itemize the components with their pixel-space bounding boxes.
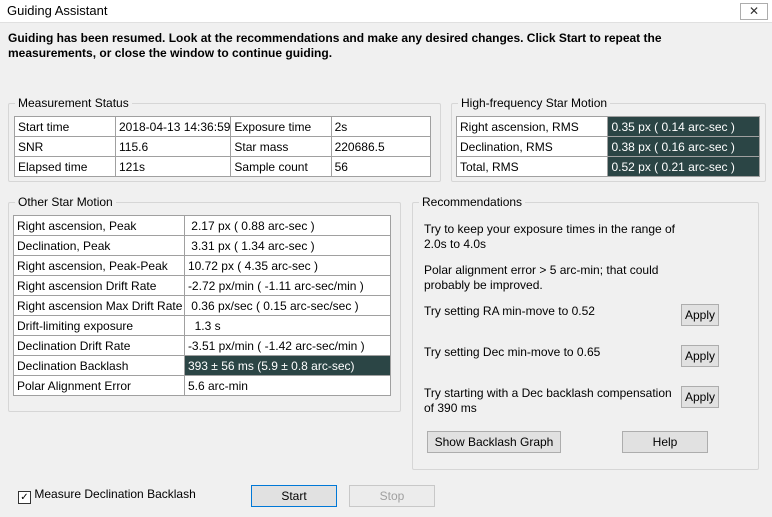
table-row: SNR 115.6 Star mass 220686.5 bbox=[14, 136, 432, 157]
title-bar: Guiding Assistant ✕ bbox=[0, 0, 772, 23]
checkbox-check-icon: ✓ bbox=[18, 491, 31, 504]
cell: Right ascension Drift Rate bbox=[13, 275, 185, 296]
cell: 3.31 px ( 1.34 arc-sec ) bbox=[183, 235, 392, 256]
ra-minmove-recommendation: Try setting RA min-move to 0.52 bbox=[424, 304, 595, 318]
cell: 0.36 px/sec ( 0.15 arc-sec/sec ) bbox=[183, 295, 392, 316]
measurement-status-table: Start time 2018-04-13 14:36:59 Exposure … bbox=[14, 116, 432, 177]
cell: Declination Backlash bbox=[13, 355, 185, 376]
show-backlash-graph-button[interactable]: Show Backlash Graph bbox=[427, 431, 561, 453]
cell: 2s bbox=[330, 116, 432, 137]
other-star-motion-title: Other Star Motion bbox=[15, 195, 116, 209]
stop-button[interactable]: Stop bbox=[349, 485, 435, 507]
cell: 10.72 px ( 4.35 arc-sec ) bbox=[183, 255, 392, 276]
table-row: Elapsed time 121s Sample count 56 bbox=[14, 156, 432, 177]
cell: 393 ± 56 ms (5.9 ± 0.8 arc-sec) bbox=[183, 355, 392, 376]
other-star-motion-group: Other Star Motion Right ascension, Peak … bbox=[8, 195, 401, 412]
table-row: Right ascension Drift Rate -2.72 px/min … bbox=[13, 275, 392, 296]
cell: 220686.5 bbox=[330, 136, 432, 157]
table-row: Right ascension, Peak 2.17 px ( 0.88 arc… bbox=[13, 215, 392, 236]
cell: 1.3 s bbox=[183, 315, 392, 336]
cell: 2018-04-13 14:36:59 bbox=[114, 116, 232, 137]
high-frequency-motion-table: Right ascension, RMS 0.35 px ( 0.14 arc-… bbox=[455, 116, 760, 177]
cell: 2.17 px ( 0.88 arc-sec ) bbox=[183, 215, 392, 236]
cell: Right ascension Max Drift Rate bbox=[13, 295, 185, 316]
help-button[interactable]: Help bbox=[622, 431, 708, 453]
cell: Start time bbox=[14, 116, 116, 137]
measure-backlash-label: Measure Declination Backlash bbox=[34, 487, 196, 501]
measure-backlash-checkbox[interactable]: ✓ Measure Declination Backlash bbox=[18, 487, 196, 504]
cell: Declination, RMS bbox=[455, 136, 609, 157]
cell: 121s bbox=[114, 156, 232, 177]
table-row: Start time 2018-04-13 14:36:59 Exposure … bbox=[14, 116, 432, 137]
table-row: Declination Drift Rate -3.51 px/min ( -1… bbox=[13, 335, 392, 356]
cell: Total, RMS bbox=[455, 156, 609, 177]
table-row: Declination, RMS 0.38 px ( 0.16 arc-sec … bbox=[455, 136, 760, 157]
cell: Right ascension, RMS bbox=[455, 116, 609, 137]
cell: 0.52 px ( 0.21 arc-sec ) bbox=[607, 156, 760, 177]
start-button[interactable]: Start bbox=[251, 485, 337, 507]
exposure-recommendation: Try to keep your exposure times in the r… bbox=[424, 222, 676, 251]
close-icon: ✕ bbox=[748, 4, 760, 18]
table-row: Declination, Peak 3.31 px ( 1.34 arc-sec… bbox=[13, 235, 392, 256]
cell: 0.35 px ( 0.14 arc-sec ) bbox=[607, 116, 760, 137]
instructions-text: Guiding has been resumed. Look at the re… bbox=[8, 31, 662, 60]
backlash-recommendation: Try starting with a Dec backlash compens… bbox=[424, 386, 672, 415]
cell: Sample count bbox=[230, 156, 332, 177]
measurement-status-title: Measurement Status bbox=[15, 96, 132, 110]
close-button[interactable]: ✕ bbox=[740, 3, 768, 20]
polar-alignment-recommendation: Polar alignment error > 5 arc-min; that … bbox=[424, 263, 659, 292]
cell: SNR bbox=[14, 136, 116, 157]
table-row: Drift-limiting exposure 1.3 s bbox=[13, 315, 392, 336]
cell: Right ascension, Peak bbox=[13, 215, 185, 236]
other-star-motion-table: Right ascension, Peak 2.17 px ( 0.88 arc… bbox=[13, 215, 392, 396]
cell: 0.38 px ( 0.16 arc-sec ) bbox=[607, 136, 760, 157]
measurement-status-group: Measurement Status Start time 2018-04-13… bbox=[8, 96, 441, 182]
dec-minmove-recommendation: Try setting Dec min-move to 0.65 bbox=[424, 345, 601, 359]
cell: Drift-limiting exposure bbox=[13, 315, 185, 336]
window-title: Guiding Assistant bbox=[7, 3, 108, 18]
table-row: Total, RMS 0.52 px ( 0.21 arc-sec ) bbox=[455, 156, 760, 177]
table-row: Declination Backlash 393 ± 56 ms (5.9 ± … bbox=[13, 355, 392, 376]
cell: Declination, Peak bbox=[13, 235, 185, 256]
table-row: Polar Alignment Error 5.6 arc-min bbox=[13, 375, 392, 396]
recommendations-group: Recommendations Try to keep your exposur… bbox=[412, 195, 759, 470]
cell: -3.51 px/min ( -1.42 arc-sec/min ) bbox=[183, 335, 392, 356]
cell: Exposure time bbox=[230, 116, 332, 137]
cell: Star mass bbox=[230, 136, 332, 157]
high-frequency-motion-group: High-frequency Star Motion Right ascensi… bbox=[451, 96, 766, 182]
cell: Right ascension, Peak-Peak bbox=[13, 255, 185, 276]
cell: Polar Alignment Error bbox=[13, 375, 185, 396]
table-row: Right ascension, RMS 0.35 px ( 0.14 arc-… bbox=[455, 116, 760, 137]
cell: -2.72 px/min ( -1.11 arc-sec/min ) bbox=[183, 275, 392, 296]
cell: 5.6 arc-min bbox=[183, 375, 392, 396]
cell: Elapsed time bbox=[14, 156, 116, 177]
cell: Declination Drift Rate bbox=[13, 335, 185, 356]
apply-ra-minmove-button[interactable]: Apply bbox=[681, 304, 719, 326]
apply-backlash-button[interactable]: Apply bbox=[681, 386, 719, 408]
table-row: Right ascension Max Drift Rate 0.36 px/s… bbox=[13, 295, 392, 316]
cell: 56 bbox=[330, 156, 432, 177]
recommendations-title: Recommendations bbox=[419, 195, 526, 209]
cell: 115.6 bbox=[114, 136, 232, 157]
table-row: Right ascension, Peak-Peak 10.72 px ( 4.… bbox=[13, 255, 392, 276]
high-frequency-motion-title: High-frequency Star Motion bbox=[458, 96, 611, 110]
apply-dec-minmove-button[interactable]: Apply bbox=[681, 345, 719, 367]
